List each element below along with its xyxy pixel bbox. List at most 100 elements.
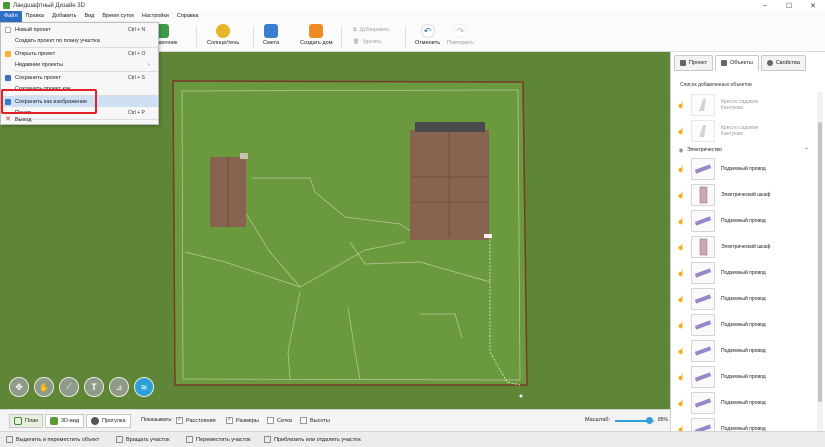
duplicate-label: Дублировать [359, 27, 390, 33]
pointer-icon[interactable]: ☝ [675, 166, 687, 173]
menu-item-save-project[interactable]: Сохранить проект Ctrl + S [1, 72, 158, 83]
duplicate-button[interactable]: ⧉ Дублировать [353, 27, 390, 33]
app-icon [3, 2, 10, 9]
zoom-icon [264, 436, 271, 443]
menu-help[interactable]: Справка [173, 11, 203, 22]
list-item[interactable]: ☝ Электрический шкаф [675, 234, 813, 260]
tab-label: Проект [689, 60, 708, 66]
menu-item-recent-projects[interactable]: Недавние проекты › [1, 59, 158, 70]
move-tool-button[interactable]: ✥ [9, 377, 29, 397]
sun-shadow-button[interactable]: Солнце/тень [207, 24, 239, 46]
pointer-icon[interactable]: ☝ [675, 128, 687, 135]
list-item[interactable]: ☝ Кресло садовое Кантуюки [675, 92, 813, 118]
menu-settings[interactable]: Настройки [138, 11, 173, 22]
scrollbar-thumb[interactable] [818, 122, 822, 402]
walk-button[interactable]: Прогулка [86, 414, 131, 428]
list-item[interactable]: ☝ Электрический шкаф [675, 182, 813, 208]
zoom-value: 85% [658, 417, 669, 423]
label-tool-button[interactable]: ⊿ [109, 377, 129, 397]
menu-item-label: Новый проект [15, 26, 51, 33]
trash-icon: 🗑 [353, 39, 360, 45]
show-distances-checkbox[interactable]: ✓ Расстояния [176, 417, 216, 424]
show-dimensions-checkbox[interactable]: ✓ Размеры [226, 417, 259, 424]
object-list: ☝ Кресло садовое Кантуюки ☝ Кресло садовое … [675, 92, 813, 447]
zoom-slider-fill [615, 420, 649, 422]
undo-icon: ↶ [420, 24, 435, 38]
hand-icon: ✋ [39, 382, 49, 392]
show-grid-checkbox[interactable]: Сетка [267, 417, 292, 424]
list-item[interactable]: ☝ Подземный провод [675, 286, 813, 312]
gear-icon [766, 60, 773, 66]
pointer-icon[interactable]: ☝ [675, 192, 687, 199]
ruler-tool-button[interactable]: ⟋ [59, 377, 79, 397]
tab-project[interactable]: Проект [674, 55, 714, 71]
pointer-icon[interactable]: ☝ [675, 270, 687, 277]
list-item[interactable]: ☝ Кресло садовое Кантуюки [675, 118, 813, 144]
undo-button[interactable]: ↶ Отменить [415, 24, 440, 46]
minimize-button[interactable]: – [753, 0, 777, 11]
show-heights-checkbox[interactable]: Высоты [300, 417, 330, 424]
group-header-electricity[interactable]: ◉ Электричество ⌃ [675, 144, 813, 156]
pointer-icon[interactable]: ☝ [675, 244, 687, 251]
text-tool-button[interactable]: T [84, 377, 104, 397]
list-item-label: Подземный провод [721, 348, 766, 354]
layers-tool-button[interactable]: ≋ [134, 377, 154, 397]
window-controls: – ☐ ✕ [753, 0, 825, 11]
estimate-button[interactable]: Смета [263, 24, 279, 46]
list-item[interactable]: ☝ Подземный провод [675, 260, 813, 286]
maximize-button[interactable]: ☐ [777, 0, 801, 11]
tab-label: Объекты [730, 60, 753, 66]
pointer-icon[interactable]: ☝ [675, 374, 687, 381]
tab-properties[interactable]: Свойства [760, 55, 806, 71]
wire-thumbnail [691, 210, 715, 232]
close-button[interactable]: ✕ [801, 0, 825, 11]
pointer-icon[interactable]: ☝ [675, 218, 687, 225]
delete-button[interactable]: 🗑 Удалить [353, 39, 381, 45]
list-item[interactable]: ☝ Подземный провод [675, 390, 813, 416]
tab-objects[interactable]: Объекты [715, 55, 759, 71]
tab-label: Свойства [775, 60, 800, 66]
wire-thumbnail [691, 262, 715, 284]
list-item[interactable]: ☝ Подземный провод [675, 338, 813, 364]
list-item[interactable]: ☝ Подземный провод [675, 312, 813, 338]
3d-view-button[interactable]: 3D-вид [45, 414, 85, 428]
menu-file[interactable]: Файл [0, 11, 22, 22]
window-title: Ландшафтный Дизайн 3D [13, 2, 85, 9]
pointer-icon[interactable]: ☝ [675, 296, 687, 303]
hand-tool-button[interactable]: ✋ [34, 377, 54, 397]
menu-item-new-project[interactable]: Новый проект Ctrl + N [1, 24, 158, 35]
checkbox-label: Высоты [310, 417, 330, 424]
zoom-slider-knob[interactable] [645, 417, 653, 424]
menu-item-open-project[interactable]: Открыть проект Ctrl + O [1, 48, 158, 59]
list-scrollbar[interactable] [817, 92, 823, 447]
list-item[interactable]: ☝ Подземный провод [675, 364, 813, 390]
move-icon: ✥ [15, 381, 23, 392]
redo-button[interactable]: ↷ Повторить [447, 24, 474, 46]
create-house-button[interactable]: Создать дом [300, 24, 332, 46]
house-icon [309, 24, 324, 38]
plan-view-button[interactable]: План [9, 414, 44, 428]
menu-add[interactable]: Добавить [48, 11, 80, 22]
menu-edit[interactable]: Правка [22, 11, 49, 22]
zoom-slider[interactable] [615, 417, 655, 424]
view-bar: План 3D-вид Прогулка Показывать: ✓ Расст… [0, 409, 670, 431]
list-item[interactable]: ☝ Подземный провод [675, 208, 813, 234]
chevron-up-icon[interactable]: ⌃ [804, 147, 809, 154]
pointer-icon[interactable]: ☝ [675, 400, 687, 407]
menu-item-exit[interactable]: ✕ Выход [1, 114, 158, 125]
menu-item-project-from-plan[interactable]: Создать проект по плану участка [1, 35, 158, 46]
pointer-icon[interactable]: ☝ [675, 322, 687, 329]
pointer-icon[interactable]: ☝ [675, 348, 687, 355]
eye-icon[interactable]: ◉ [675, 147, 687, 154]
menu-time-of-day[interactable]: Время суток [98, 11, 138, 22]
menu-view[interactable]: Вид [80, 11, 98, 22]
list-item-label: Кресло садовое Кантуюки [721, 125, 759, 137]
hint-label: Переместить участок [196, 436, 251, 443]
group-label: Электричество [687, 147, 722, 153]
hint-pan: Переместить участок [186, 436, 251, 443]
list-item[interactable]: ☝ Подземный провод [675, 156, 813, 182]
pointer-icon[interactable]: ☝ [675, 102, 687, 109]
undo-label: Отменить [415, 40, 441, 46]
redo-label: Повторить [447, 40, 474, 46]
plan-icon [14, 417, 22, 425]
